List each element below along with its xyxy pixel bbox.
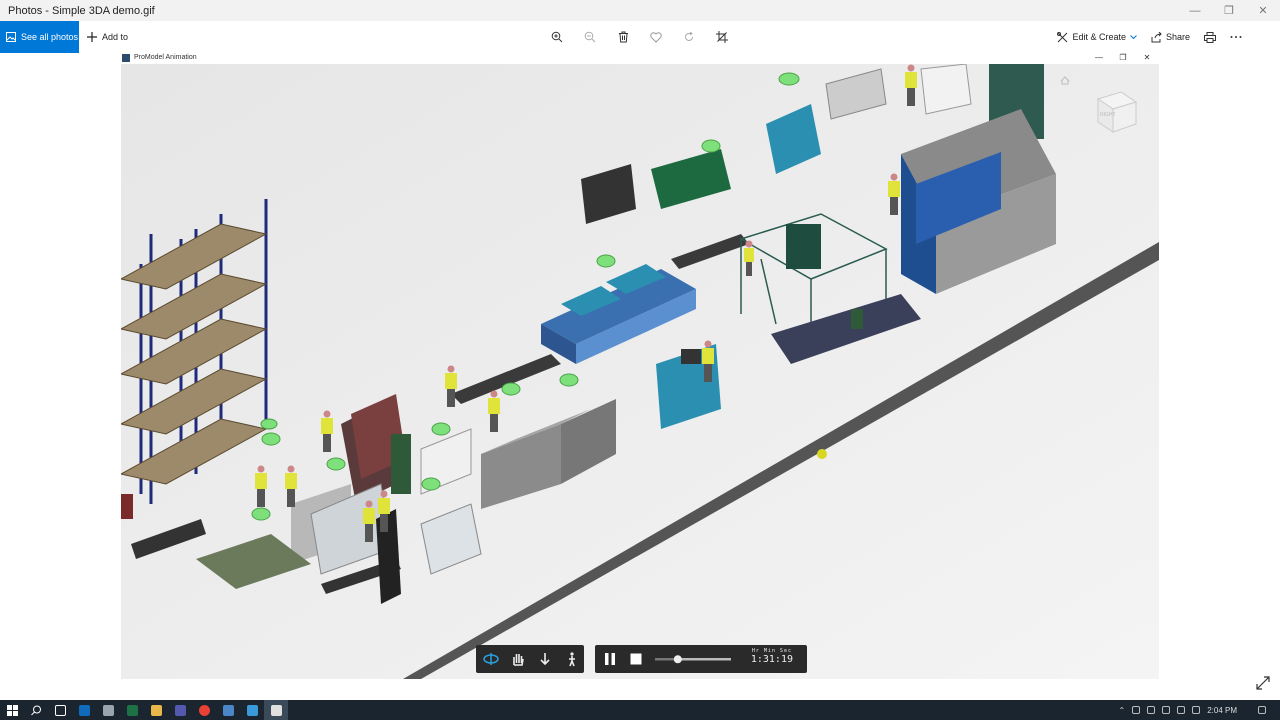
promodel-title: ProModel Animation [134, 54, 197, 61]
edit-create-label: Edit & Create [1072, 32, 1126, 42]
explorer-button[interactable] [96, 700, 120, 720]
promodel-app-icon [270, 704, 282, 716]
view-cube-label: RIGHT [1100, 112, 1116, 118]
add-to-label: Add to [102, 32, 129, 42]
photos-icon [6, 32, 16, 42]
zoom-out-icon [584, 31, 596, 43]
chrome-button[interactable] [192, 700, 216, 720]
teams-icon [174, 704, 186, 716]
print-icon [1204, 31, 1216, 43]
share-label: Share [1165, 32, 1190, 42]
photos-app-icon [246, 704, 258, 716]
restore-button[interactable]: ❐ [1212, 0, 1246, 21]
promodel-title-bar: ProModel Animation — ❐ ✕ [121, 51, 1159, 64]
tray-chevron-icon[interactable]: ⌃ [1119, 706, 1126, 715]
trash-icon [618, 31, 628, 43]
speed-slider[interactable] [653, 652, 733, 666]
folder-button[interactable] [144, 700, 168, 720]
promodel-minimize-button[interactable]: — [1087, 53, 1111, 62]
pan-hand-icon[interactable] [509, 651, 527, 667]
promodel-restore-button[interactable]: ❐ [1111, 53, 1135, 62]
promodel-button[interactable] [264, 700, 288, 720]
add-to-button[interactable]: Add to [87, 21, 128, 53]
zoom-out-button[interactable] [581, 28, 599, 46]
microphone-icon[interactable] [1132, 706, 1141, 714]
image-viewer[interactable]: ProModel Animation — ❐ ✕ RIGHT [121, 51, 1159, 679]
network-icon[interactable] [1147, 706, 1156, 714]
rotate-button[interactable] [680, 28, 698, 46]
delete-button[interactable] [614, 28, 632, 46]
edit-create-button[interactable]: Edit & Create [1057, 31, 1137, 43]
barrel [851, 309, 863, 329]
playback-controls: Hr Min Sec 1:31:19 [595, 645, 807, 673]
more-icon [1230, 36, 1242, 38]
folder-icon [150, 704, 162, 716]
outlook-button[interactable] [72, 700, 96, 720]
navigation-controls [476, 645, 584, 673]
slider-thumb[interactable] [673, 655, 682, 664]
minimize-button[interactable]: — [1178, 0, 1212, 21]
file-icon [102, 704, 114, 716]
print-button[interactable] [1204, 31, 1216, 43]
volume-icon[interactable] [1192, 706, 1201, 714]
excel-button[interactable] [120, 700, 144, 720]
system-tray: ⌃ 2:04 PM [1119, 700, 1280, 720]
wifi-icon[interactable] [1177, 706, 1186, 714]
right-tools: Edit & Create Share [1057, 21, 1242, 53]
close-button[interactable]: ✕ [1246, 0, 1280, 21]
favorite-button[interactable] [647, 28, 665, 46]
chevron-down-icon [1130, 34, 1137, 39]
battery-icon[interactable] [1162, 706, 1171, 714]
simulation-clock: Hr Min Sec 1:31:19 [751, 648, 793, 665]
app-icon [222, 704, 234, 716]
outlook-icon [78, 704, 90, 716]
windows-taskbar: ⌃ 2:04 PM [0, 700, 1280, 720]
walk-person-icon[interactable] [563, 651, 581, 667]
task-view-button[interactable] [48, 700, 72, 720]
edit-create-icon [1057, 31, 1068, 42]
title-bar: Photos - Simple 3DA demo.gif — ❐ ✕ [0, 0, 1280, 21]
more-options-button[interactable] [1230, 35, 1242, 39]
notification-icon[interactable] [1258, 706, 1266, 714]
see-all-photos-label: See all photos [21, 32, 79, 42]
press [786, 224, 821, 269]
share-button[interactable]: Share [1151, 31, 1190, 43]
promodel-close-button[interactable]: ✕ [1135, 53, 1159, 62]
clock-value: 1:31:19 [750, 654, 793, 665]
window-title: Photos - Simple 3DA demo.gif [8, 4, 155, 17]
cursor-highlight [817, 449, 827, 459]
photos-button[interactable] [240, 700, 264, 720]
app-toolbar: See all photos Add to Edit & Create Shar… [0, 21, 1280, 53]
factory-3d-scene[interactable]: RIGHT [121, 64, 1159, 679]
search-button[interactable] [24, 700, 48, 720]
zoom-in-button[interactable] [548, 28, 566, 46]
windows-logo-icon [6, 704, 18, 716]
crop-icon [716, 31, 728, 43]
fullscreen-icon[interactable] [1256, 676, 1270, 690]
app-button[interactable] [216, 700, 240, 720]
chrome-icon [198, 704, 210, 716]
crop-button[interactable] [713, 28, 731, 46]
zoom-in-icon [551, 31, 563, 43]
view-cube[interactable]: RIGHT [1096, 91, 1138, 133]
excel-icon [126, 704, 138, 716]
see-all-photos-button[interactable]: See all photos [0, 21, 79, 53]
heart-icon [650, 31, 662, 43]
rotate-icon [685, 31, 693, 41]
image-tools [548, 21, 731, 53]
clock[interactable]: 2:04 PM [1207, 706, 1237, 715]
search-icon [30, 705, 41, 715]
task-view-icon [54, 704, 66, 716]
promodel-logo [122, 53, 130, 62]
orbit-icon[interactable] [482, 651, 500, 667]
plus-icon [87, 32, 97, 42]
stop-icon[interactable] [629, 652, 643, 666]
zoom-arrow-icon[interactable] [536, 651, 554, 667]
teams-button[interactable] [168, 700, 192, 720]
share-icon [1151, 31, 1162, 42]
start-button[interactable] [0, 700, 24, 720]
pause-icon[interactable] [603, 652, 617, 666]
